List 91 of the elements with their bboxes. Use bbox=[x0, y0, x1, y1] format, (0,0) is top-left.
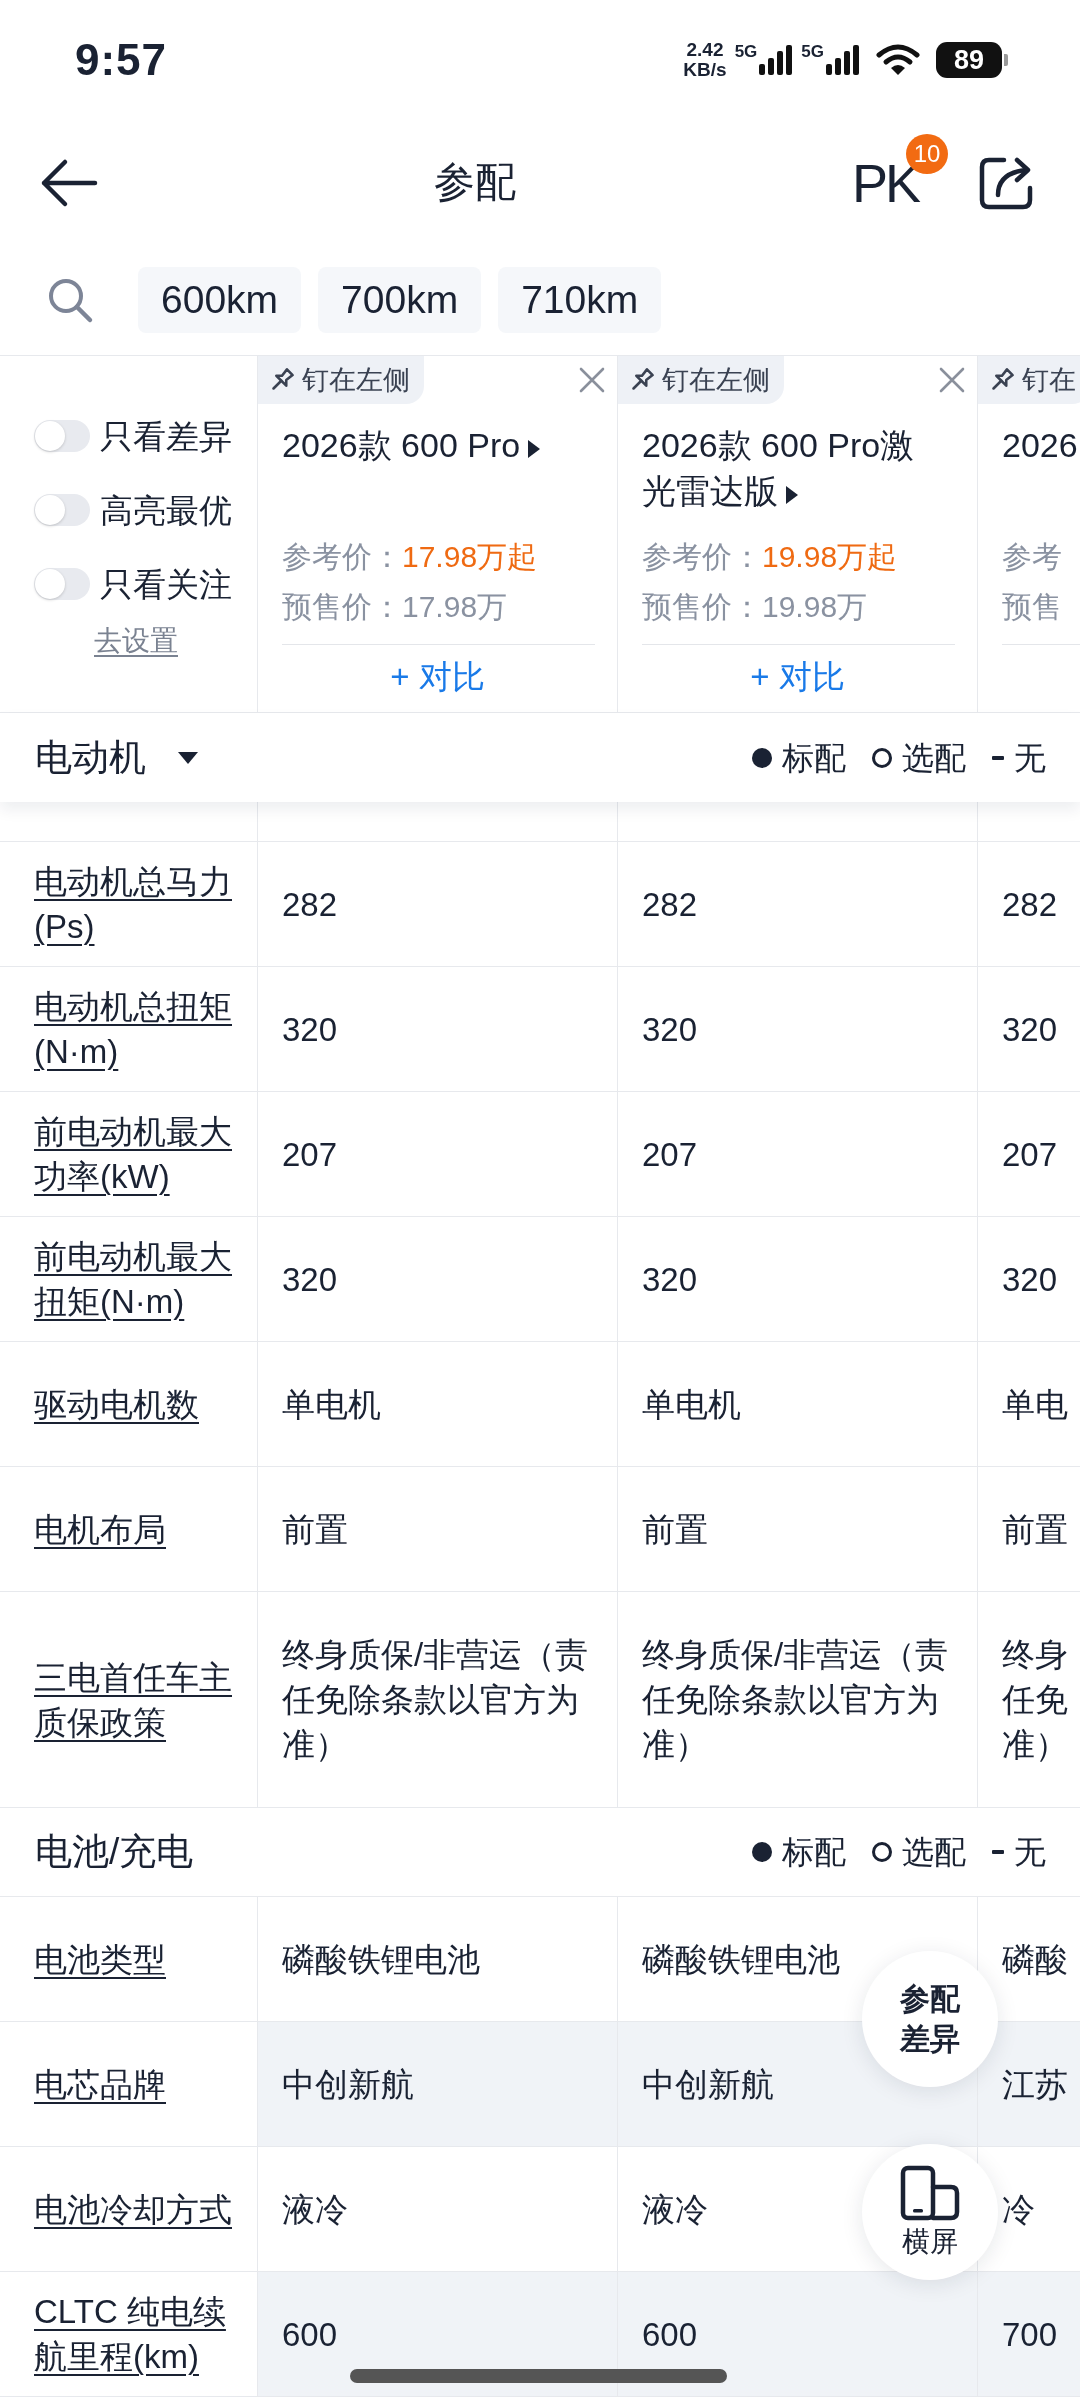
status-time: 9:57 bbox=[75, 34, 168, 86]
caret-icon[interactable] bbox=[786, 486, 798, 504]
toggle-switch[interactable] bbox=[34, 494, 90, 526]
signal-icon bbox=[759, 45, 794, 75]
reference-price: 19.98万起 bbox=[762, 540, 898, 573]
table-cell: 700 bbox=[978, 2272, 1080, 2397]
table-cell: 单电机 bbox=[258, 1342, 618, 1467]
network-type-label: 5G bbox=[734, 43, 758, 60]
table-cell: 单电机 bbox=[618, 1342, 978, 1467]
spec-label[interactable]: 前电动机最大功率(kW) bbox=[34, 1109, 237, 1199]
presale-price: 19.98万 bbox=[762, 590, 868, 623]
table-cell: 终身质保/非营运（责任免除条款以官方为准） bbox=[618, 1592, 978, 1808]
table-cell: 终身质保/非营运（责任免除条款以官方为准） bbox=[258, 1592, 618, 1808]
spec-label[interactable]: 电芯品牌 bbox=[34, 2061, 166, 2107]
filled-dot-icon bbox=[752, 747, 772, 768]
spec-label[interactable]: 电机布局 bbox=[34, 1506, 166, 1552]
toggle-label: 高亮最优 bbox=[100, 493, 232, 527]
close-icon[interactable] bbox=[939, 367, 965, 393]
toggle-switch[interactable] bbox=[34, 568, 90, 600]
price-label: 预售价： bbox=[282, 590, 402, 623]
network-speed: 2.42 KB/s bbox=[683, 40, 727, 80]
table-cell: 320 bbox=[258, 967, 618, 1092]
table-cell: 282 bbox=[258, 842, 618, 967]
close-icon[interactable] bbox=[579, 367, 605, 393]
legend-label: 无 bbox=[1014, 1833, 1046, 1872]
table-cell: 207 bbox=[258, 1092, 618, 1217]
section-title: 电动机 bbox=[35, 735, 146, 780]
table-cell: 液冷 bbox=[258, 2147, 618, 2272]
dash-icon bbox=[992, 1850, 1004, 1854]
spec-label[interactable]: 三电首任车主质保政策 bbox=[34, 1654, 237, 1745]
price-label: 预售价： bbox=[642, 590, 762, 623]
ring-icon bbox=[872, 1842, 892, 1862]
spec-label[interactable]: 前电动机最大扭矩(N·m) bbox=[34, 1234, 237, 1324]
signal-icon bbox=[826, 45, 860, 75]
legend-label: 无 bbox=[1014, 738, 1046, 778]
back-arrow-icon bbox=[40, 157, 98, 208]
compare-button[interactable]: + 对比 bbox=[386, 655, 489, 699]
pin-left-button[interactable]: 钉在左侧 bbox=[618, 356, 784, 404]
back-button[interactable] bbox=[40, 157, 98, 208]
spec-label[interactable]: 电池类型 bbox=[34, 1936, 166, 1982]
legend-label: 标配 bbox=[782, 1833, 846, 1872]
spec-label[interactable]: 电池冷却方式 bbox=[34, 2186, 232, 2232]
price-label: 参考价： bbox=[282, 540, 402, 573]
toggle-label: 只看关注 bbox=[100, 567, 232, 601]
ring-icon bbox=[872, 747, 892, 768]
phone-rotate-icon bbox=[900, 2165, 960, 2221]
caret-icon[interactable] bbox=[528, 440, 541, 458]
table-cell: 前置 bbox=[258, 1467, 618, 1592]
pin-left-button[interactable]: 钉在左侧 bbox=[258, 356, 424, 404]
table-cell: 600 bbox=[618, 2272, 978, 2397]
wifi-icon bbox=[876, 44, 920, 76]
table-cell: 320 bbox=[258, 1217, 618, 1342]
legend-label: 选配 bbox=[902, 738, 966, 778]
spec-label[interactable]: 电动机总马力(Ps) bbox=[34, 859, 237, 949]
table-cell: 磷酸铁锂电池 bbox=[258, 1897, 618, 2022]
settings-link[interactable]: 去设置 bbox=[94, 623, 178, 659]
spec-label[interactable]: CLTC 纯电续航里程(km) bbox=[34, 2289, 237, 2379]
filter-chip[interactable]: 600km bbox=[138, 267, 302, 333]
toggle-label: 只看差异 bbox=[100, 419, 232, 453]
price-label: 参考 bbox=[1002, 540, 1062, 573]
table-cell: 320 bbox=[618, 1217, 978, 1342]
car-name-link[interactable]: 2026 bbox=[1002, 422, 1080, 468]
caret-icon[interactable] bbox=[178, 751, 198, 764]
reference-price: 17.98万起 bbox=[402, 540, 538, 573]
table-cell: 600 bbox=[258, 2272, 618, 2397]
car-name-link[interactable]: 2026款 600 Pro激光雷达版 bbox=[642, 422, 937, 514]
page-title: 参配 bbox=[432, 157, 517, 207]
price-label: 参考价： bbox=[642, 540, 762, 573]
spec-label[interactable]: 电动机总扭矩(N·m) bbox=[34, 984, 237, 1074]
presale-price: 17.98万 bbox=[402, 590, 508, 623]
legend-label: 选配 bbox=[902, 1833, 966, 1872]
spec-label[interactable]: 驱动电机数 bbox=[34, 1381, 199, 1427]
table-cell: 中创新航 bbox=[258, 2022, 618, 2147]
legend-label: 标配 bbox=[782, 738, 846, 778]
price-label: 预售 bbox=[1002, 590, 1062, 623]
network-type-label: 5G bbox=[801, 43, 824, 60]
search-icon[interactable] bbox=[46, 276, 94, 324]
pin-left-button[interactable]: 钉在 bbox=[978, 356, 1080, 404]
car-name-link[interactable]: 2026款 600 Pro bbox=[282, 422, 577, 468]
table-cell: 320 bbox=[618, 967, 978, 1092]
battery-indicator: 89 bbox=[936, 42, 1008, 78]
compare-button[interactable]: + 对比 bbox=[746, 655, 849, 699]
table-cell: 前置 bbox=[618, 1467, 978, 1592]
toggle-switch[interactable] bbox=[34, 420, 90, 452]
filter-chip[interactable]: 700km bbox=[318, 267, 482, 333]
filled-dot-icon bbox=[752, 1842, 772, 1862]
filter-chip[interactable]: 710km bbox=[498, 267, 662, 333]
dash-icon bbox=[992, 755, 1004, 760]
table-cell: 282 bbox=[618, 842, 978, 967]
section-title: 电池/充电 bbox=[35, 1830, 194, 1875]
table-cell: 207 bbox=[618, 1092, 978, 1217]
